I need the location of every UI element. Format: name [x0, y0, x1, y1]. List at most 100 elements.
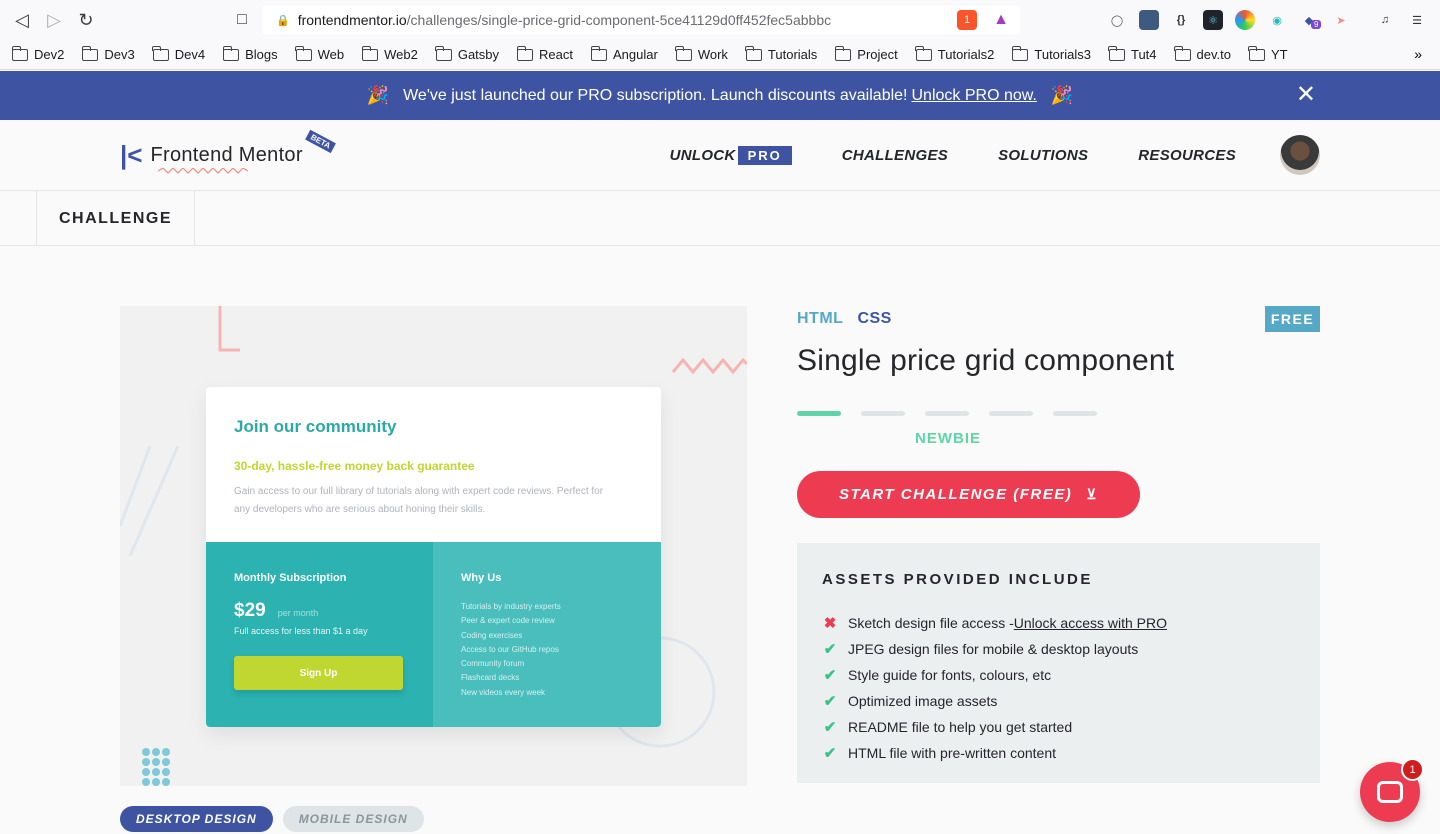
bookmark-dev4[interactable]: Dev4: [152, 45, 205, 62]
close-icon[interactable]: ✕: [1296, 83, 1316, 107]
bookmark-tutorials[interactable]: Tutorials: [745, 45, 818, 62]
nav-unlock-pro[interactable]: UNLOCK PRO: [669, 146, 792, 165]
color-picker-icon[interactable]: [1235, 10, 1255, 30]
reload-icon[interactable]: ↻: [70, 4, 102, 36]
forward-icon[interactable]: ▷: [38, 4, 70, 36]
bookmark-tutorials2[interactable]: Tutorials2: [915, 45, 995, 62]
tab-desktop-design[interactable]: DESKTOP DESIGN: [120, 806, 273, 832]
check-icon: ✔: [823, 667, 837, 684]
extension-icon-4[interactable]: ◉: [1267, 10, 1287, 30]
asset-list: ✖ Sketch design file access - Unlock acce…: [822, 610, 1295, 766]
cross-icon: ✖: [823, 615, 837, 632]
bookmark-label: YT: [1270, 47, 1288, 62]
extension-icon-6[interactable]: ➤: [1331, 10, 1351, 30]
bookmark-project[interactable]: Project: [834, 45, 898, 62]
bookmark-label: Tutorials3: [1034, 47, 1091, 62]
nav-unlock-label: UNLOCK: [669, 147, 736, 164]
tab-mobile-design[interactable]: MOBILE DESIGN: [282, 806, 424, 832]
bookmark-label: Tutorials2: [937, 47, 995, 62]
bookmark-tut4[interactable]: Tut4: [1108, 45, 1157, 62]
react-devtools-icon[interactable]: ⚛: [1203, 10, 1223, 30]
bookmark-icon[interactable]: □: [226, 4, 258, 36]
folder-icon: [1248, 45, 1265, 61]
signup-button: Sign Up: [234, 656, 403, 690]
brave-badge: 1: [963, 14, 971, 26]
party-icon-right: 🎉: [1050, 85, 1074, 105]
extension-icon-1[interactable]: ◯: [1107, 10, 1127, 30]
bookmark-blogs[interactable]: Blogs: [222, 45, 278, 62]
bookmark-dev-to[interactable]: dev.to: [1174, 45, 1231, 62]
bookmark-label: dev.to: [1196, 47, 1231, 62]
bookmark-angular[interactable]: Angular: [590, 45, 658, 62]
bookmark-label: Project: [857, 47, 898, 62]
check-icon: ✔: [823, 719, 837, 736]
back-icon[interactable]: ◁: [6, 4, 38, 36]
price-period: per month: [277, 608, 319, 618]
asset-item: ✖ Sketch design file access - Unlock acce…: [822, 610, 1295, 636]
nav-resources[interactable]: RESOURCES: [1138, 147, 1236, 164]
why-us-item: Community forum: [461, 659, 525, 669]
start-challenge-button[interactable]: START CHALLENGE (FREE) ⊻: [797, 471, 1140, 518]
folder-icon: [11, 45, 28, 61]
media-icon[interactable]: ♫: [1375, 10, 1395, 30]
unlock-pro-link[interactable]: Unlock access with PRO: [1014, 615, 1167, 631]
nav-solutions[interactable]: SOLUTIONS: [998, 147, 1088, 164]
bookmark-tutorials3[interactable]: Tutorials3: [1011, 45, 1091, 62]
bookmark-dev3[interactable]: Dev3: [81, 45, 135, 62]
avatar[interactable]: [1280, 135, 1320, 175]
why-us-item: Flashcard decks: [461, 673, 520, 683]
difficulty-bar: [1053, 411, 1097, 416]
bookmark-web[interactable]: Web: [295, 45, 344, 62]
free-badge: FREE: [1265, 306, 1320, 332]
asset-item: ✔ Style guide for fonts, colours, etc: [822, 662, 1295, 688]
why-us-item: New videos every week: [461, 687, 546, 697]
chat-badge: 1: [1401, 758, 1424, 781]
bookmarks-overflow-icon[interactable]: »: [1414, 46, 1422, 62]
bookmark-gatsby[interactable]: Gatsby: [435, 45, 499, 62]
menu-icon[interactable]: ☰: [1407, 10, 1427, 30]
beta-badge: BETA: [305, 129, 337, 154]
design-tabs: DESKTOP DESIGN MOBILE DESIGN: [120, 806, 424, 832]
start-challenge-label: START CHALLENGE (FREE): [838, 486, 1073, 503]
bookmark-label: Dev2: [34, 47, 65, 62]
bookmark-work[interactable]: Work: [675, 45, 728, 62]
asset-text: Sketch design file access -: [848, 615, 1014, 631]
extension-icon-5[interactable]: ◆ 9: [1299, 10, 1322, 30]
why-us-item: Access to our GitHub repos: [461, 644, 559, 654]
address-bar[interactable]: 🔒 frontendmentor.io/challenges/single-pr…: [262, 6, 1020, 34]
bookmark-label: React: [539, 47, 573, 62]
extension-icon-2[interactable]: [1139, 10, 1159, 30]
difficulty-bar: [989, 411, 1033, 416]
bookmark-yt[interactable]: YT: [1248, 45, 1288, 62]
folder-icon: [152, 45, 169, 61]
extension-icon-3[interactable]: {}: [1171, 10, 1191, 30]
tab-challenge[interactable]: CHALLENGE: [36, 191, 195, 246]
folder-icon: [1011, 45, 1029, 61]
bookmark-react[interactable]: React: [516, 45, 573, 62]
promo-link[interactable]: Unlock PRO now.: [911, 87, 1036, 105]
bookmark-web2[interactable]: Web2: [361, 45, 418, 62]
subscription-panel: Monthly Subscription $29 per month Full a…: [206, 542, 433, 727]
logo[interactable]: |< Frontend Mentor BETA: [120, 129, 337, 174]
preview-card: Join our community 30-day, hassle-free m…: [206, 387, 661, 727]
promo-banner: 🎉 We've just launched our PRO subscripti…: [0, 71, 1440, 120]
brave-shield-icon[interactable]: 1: [957, 10, 977, 30]
folder-icon: [295, 45, 312, 61]
folder-icon: [590, 45, 607, 61]
tech-tags: HTML CSS: [797, 310, 892, 328]
page-title: Single price grid component: [797, 344, 1175, 377]
nav-challenges[interactable]: CHALLENGES: [842, 147, 948, 164]
why-us-panel: Why Us Tutorials by industry experts Peer…: [433, 542, 661, 727]
folder-icon: [361, 45, 379, 61]
bookmark-dev2[interactable]: Dev2: [11, 45, 65, 62]
folder-icon: [516, 45, 534, 61]
card-subtitle: 30-day, hassle-free money back guarantee: [234, 459, 475, 473]
folder-icon: [675, 45, 692, 61]
why-us-title: Why Us: [461, 572, 502, 584]
bookmark-label: Tutorials: [767, 47, 818, 62]
design-preview: Join our community 30-day, hassle-free m…: [120, 306, 747, 786]
brave-rewards-icon[interactable]: ▲: [991, 10, 1011, 30]
download-icon: ⊻: [1086, 486, 1099, 502]
difficulty-meter: [797, 411, 1097, 416]
asset-text: Optimized image assets: [848, 693, 998, 709]
